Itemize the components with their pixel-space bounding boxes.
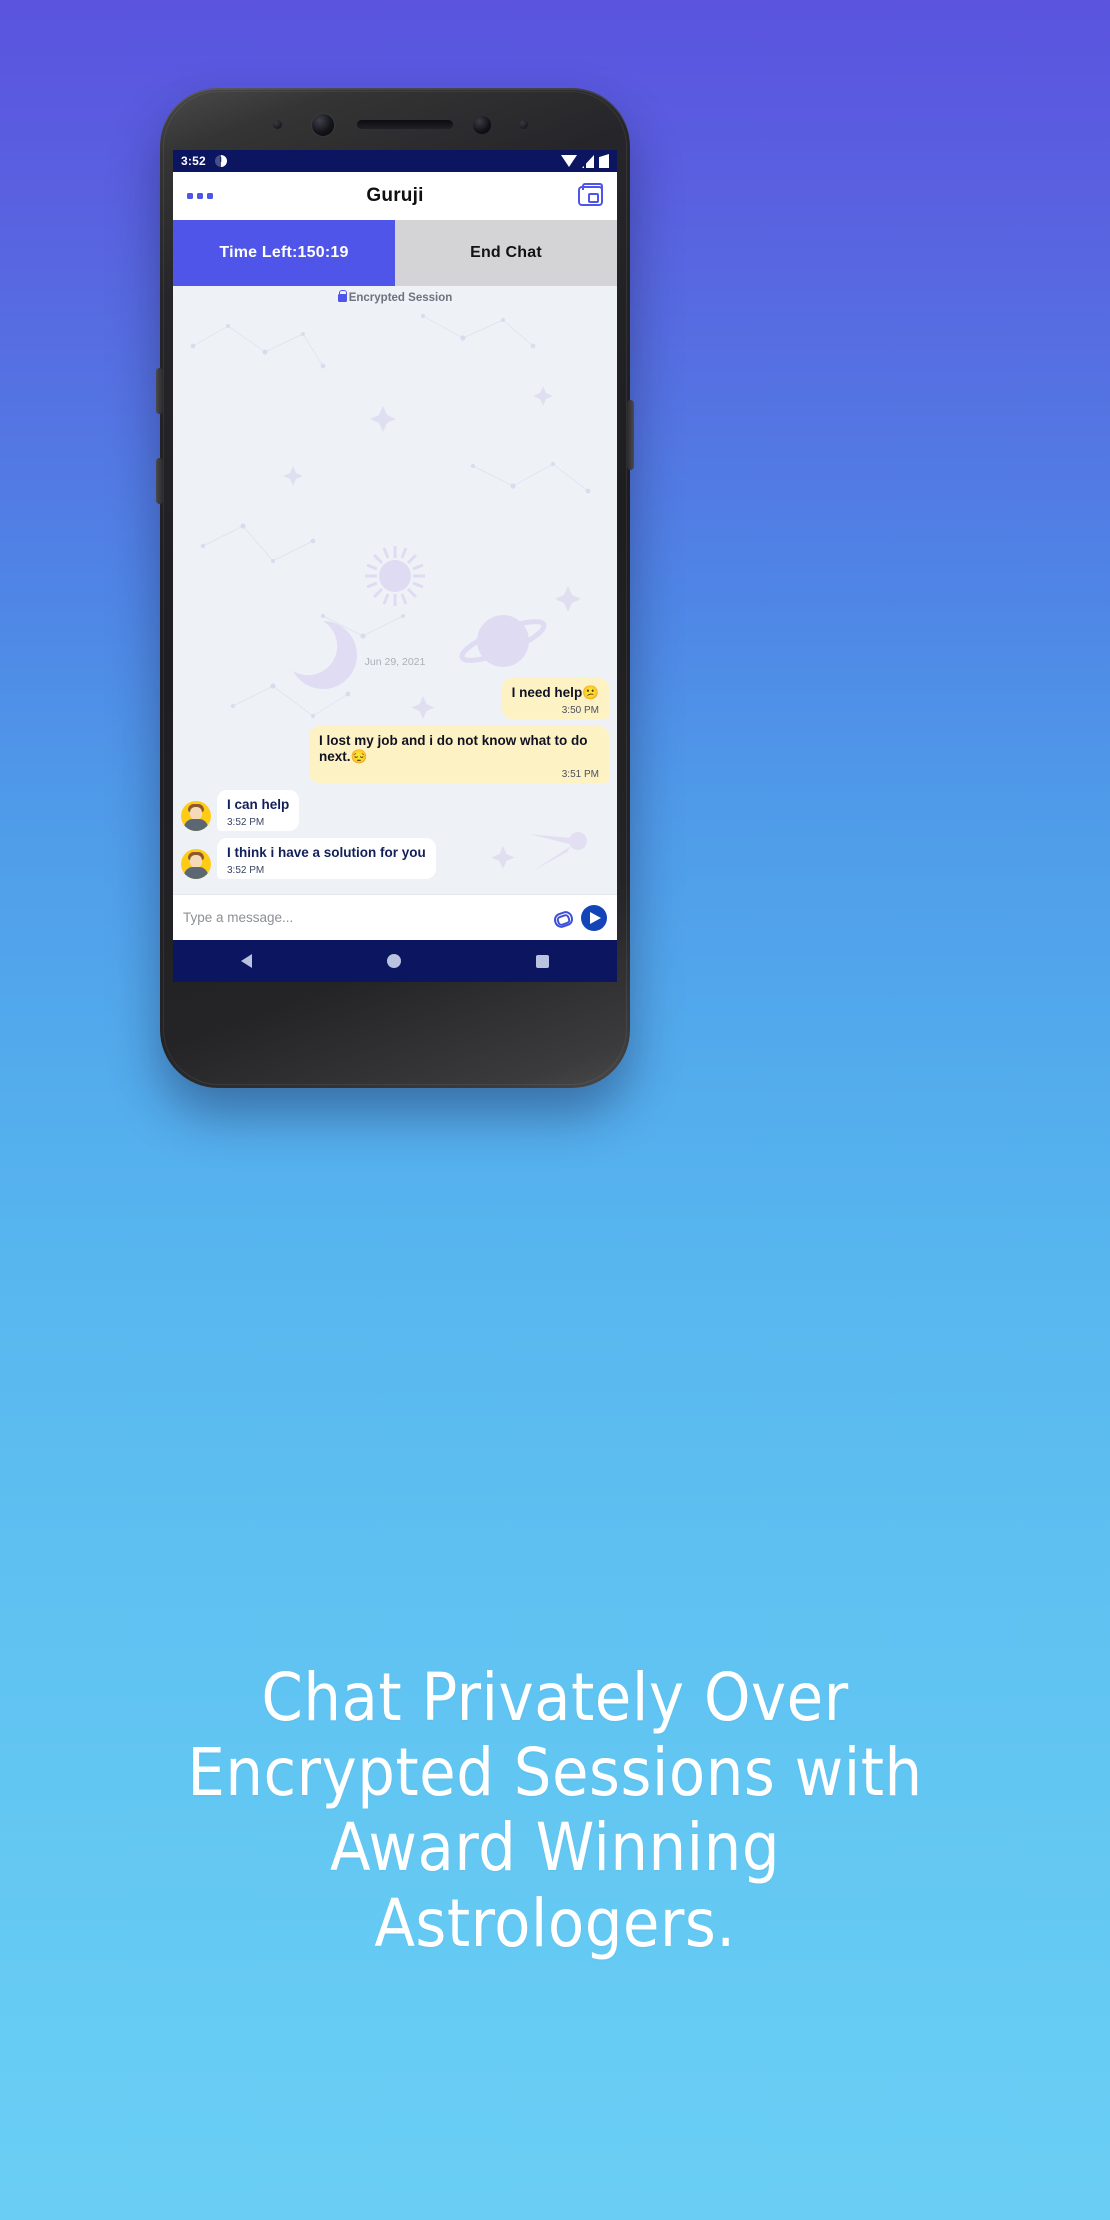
lock-icon <box>337 290 348 302</box>
outgoing-message-bubble[interactable]: I need help😕 3:50 PM <box>501 677 609 719</box>
home-circle-icon[interactable] <box>386 954 401 968</box>
phone-volume-down-button[interactable] <box>156 458 163 504</box>
secondary-camera-icon <box>473 116 491 134</box>
paperclip-icon[interactable] <box>552 908 572 928</box>
incoming-message-bubble[interactable]: I can help 3:52 PM <box>217 790 300 832</box>
phone-top-bezel <box>160 88 630 154</box>
message-row: I need help😕 3:50 PM <box>181 677 609 719</box>
message-time: 3:52 PM <box>227 817 265 829</box>
message-text: I can help <box>227 797 290 813</box>
phone-mockup: 3:52 Guruji Time Left:150:19 End Chat En… <box>156 88 634 1088</box>
avatar[interactable] <box>181 801 211 832</box>
message-time: 3:51 PM <box>561 769 599 781</box>
message-text: I need help😕 <box>511 684 599 700</box>
page-title: Guruji <box>366 185 424 206</box>
encrypted-session-label: Encrypted Session <box>348 292 453 304</box>
promo-caption-line: Encrypted Sessions with <box>187 1734 923 1812</box>
message-row: I think i have a solution for you 3:52 P… <box>181 838 609 879</box>
battery-icon <box>599 154 609 168</box>
promo-caption-line: Award Winning <box>329 1809 781 1887</box>
status-bar-icons <box>561 154 609 168</box>
status-bar-time: 3:52 <box>181 154 206 168</box>
wifi-icon <box>561 155 577 167</box>
encrypted-session-banner: Encrypted Session <box>173 286 617 304</box>
date-separator: Jun 29, 2021 <box>364 655 426 668</box>
sensor-dot-icon <box>273 120 282 129</box>
avatar[interactable] <box>181 849 211 879</box>
message-row: I can help 3:52 PM <box>181 790 609 832</box>
signal-icon <box>582 154 594 168</box>
message-row: I lost my job and i do not know what to … <box>181 725 609 784</box>
promo-caption-line: Chat Privately Over <box>261 1659 849 1736</box>
status-bar: 3:52 <box>173 150 617 172</box>
phone-volume-up-button[interactable] <box>156 368 163 414</box>
sensor-dot-icon <box>519 120 528 129</box>
message-composer: Type a message... <box>173 894 617 940</box>
recents-square-icon[interactable] <box>536 954 550 968</box>
wallet-icon[interactable] <box>578 183 603 206</box>
tab-time-left[interactable]: Time Left:150:19 <box>173 220 395 286</box>
phone-power-button[interactable] <box>627 400 634 470</box>
promo-caption-line: Astrologers. <box>374 1884 736 1962</box>
incoming-message-bubble[interactable]: I think i have a solution for you 3:52 P… <box>217 838 436 879</box>
chat-message-area[interactable]: Encrypted Session Jun 29, 2021 I need he… <box>173 286 617 894</box>
phone-screen: 3:52 Guruji Time Left:150:19 End Chat En… <box>173 150 617 982</box>
promo-caption: Chat Privately Over Encrypted Sessions w… <box>0 1660 1110 1961</box>
message-list: Jun 29, 2021 I need help😕 3:50 PM I lost… <box>173 656 617 894</box>
chat-tab-bar: Time Left:150:19 End Chat <box>173 220 617 286</box>
outgoing-message-bubble[interactable]: I lost my job and i do not know what to … <box>309 725 609 784</box>
message-input[interactable]: Type a message... <box>183 910 552 925</box>
front-camera-icon <box>312 114 334 136</box>
app-bar: Guruji <box>173 172 617 220</box>
earpiece-speaker <box>357 120 453 129</box>
tab-end-chat[interactable]: End Chat <box>395 220 617 286</box>
message-text: I think i have a solution for you <box>227 845 426 861</box>
clock-icon <box>214 155 227 167</box>
android-nav-bar <box>173 940 617 982</box>
send-button[interactable] <box>581 904 607 931</box>
message-time: 3:50 PM <box>561 704 599 716</box>
send-icon <box>590 911 601 924</box>
message-time: 3:52 PM <box>227 865 265 876</box>
message-text: I lost my job and i do not know what to … <box>319 732 588 765</box>
back-triangle-icon[interactable] <box>240 954 252 968</box>
